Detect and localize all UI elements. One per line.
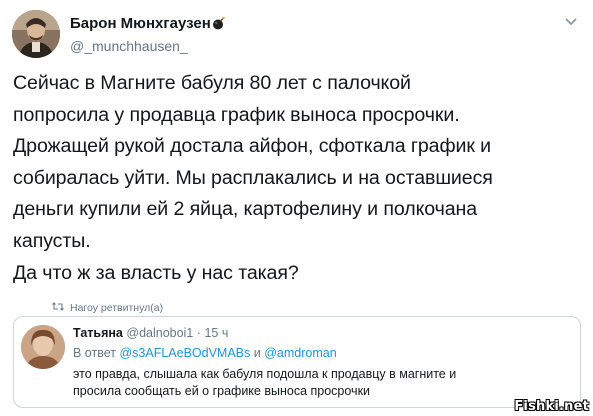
chevron-down-icon[interactable] [564,14,578,32]
retweet-label[interactable]: Hагоу ретвитнул(а) [70,302,163,314]
user-handle[interactable]: @_munchhausen_ [70,38,226,54]
mention-link[interactable]: @amdroman [264,346,336,360]
tweet-text-line: собиралась уйти. Мы расплакались и на ос… [13,166,493,189]
avatar-portrait [12,10,60,58]
tweet-text-line: Да что ж за власть у нас такая? [13,261,299,284]
reply-text: это правда, слышала как бабуля подошла к… [73,366,573,400]
reply-time[interactable]: 15 ч [204,326,228,340]
reply-handle[interactable]: @dalnoboi1 [126,326,193,340]
avatar[interactable] [12,10,60,58]
reply-text-line: просила сообщать ей о графике выноса про… [73,384,371,398]
reply-avatar-portrait [21,325,65,369]
tweet-text-line: Дрожащей рукой достала айфон, сфоткала г… [13,135,492,158]
tweet-text-line: попросила у продавца график выноса проср… [13,103,460,126]
reply-to-conjunction: и [253,346,261,360]
retweet-indicator: Hагоу ретвитнул(а) [52,302,163,314]
reply-header: Татьяна @dalnoboi1 · 15 ч [73,326,228,340]
reply-text-line: это правда, слышала как бабуля подошла к… [73,367,457,381]
tweet-header: Барон Мюнхгаузен @_munchhausen_ [12,8,582,60]
mention-link[interactable]: @s3AFLAeBOdVMABs [119,346,250,360]
reply-name[interactable]: Татьяна [73,326,123,340]
bomb-icon [212,16,226,35]
retweet-icon [52,302,64,314]
watermark: Fishki.net [514,399,589,414]
reply-to-line: В ответ @s3AFLAeBOdVMABs и @amdroman [73,346,337,360]
tweet-text-line: Сейчас в Магните бабуля 80 лет с палочко… [13,72,411,94]
reply-avatar[interactable] [21,325,65,369]
reply-to-prefix: В ответ [73,346,116,360]
quoted-reply-card[interactable]: Татьяна @dalnoboi1 · 15 ч В ответ @s3AFL… [13,316,581,408]
tweet-text: Сейчас в Магните бабуля 80 лет с палочко… [13,68,585,289]
reply-separator: · [196,326,201,340]
tweet-text-line: деньги купили ей 2 яйца, картофелину и п… [13,198,478,221]
display-name[interactable]: Барон Мюнхгаузен [70,15,211,32]
tweet-text-line: капусты. [13,229,91,252]
